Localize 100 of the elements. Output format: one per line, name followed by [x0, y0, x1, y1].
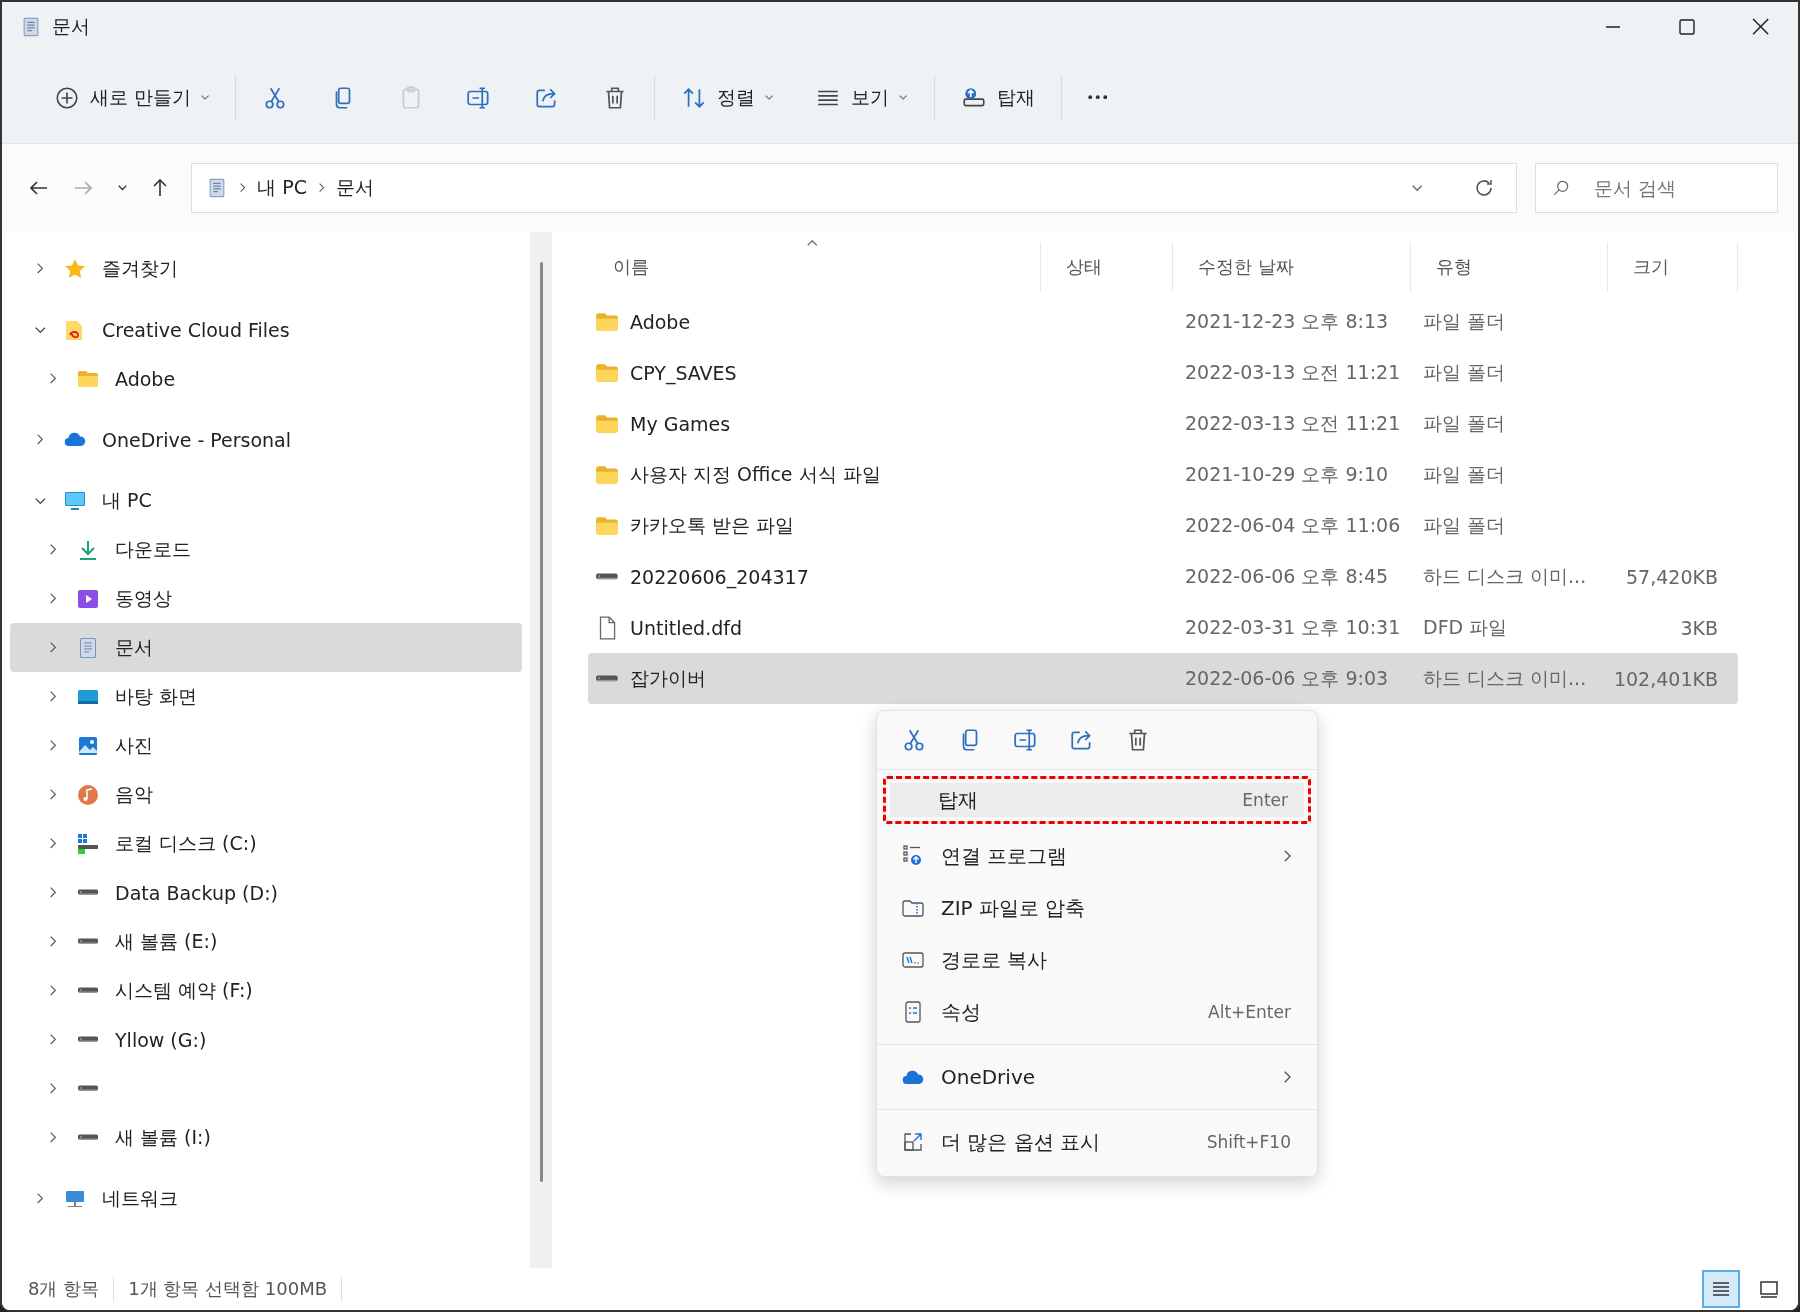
sidebar-item[interactable]: 즐겨찾기	[10, 244, 522, 293]
menu-item[interactable]: 더 많은 옵션 표시 Shift+F10	[883, 1116, 1311, 1168]
shortcut-label: Shift+F10	[1206, 1132, 1291, 1152]
sidebar-item[interactable]: 네트워크	[10, 1174, 522, 1223]
rename-icon	[1013, 727, 1039, 753]
close-icon	[1752, 18, 1770, 36]
file-row[interactable]: 카카오톡 받은 파일 2022-06-04 오후 11:06 파일 폴더	[588, 500, 1738, 551]
sidebar-item[interactable]: 내 PC	[10, 476, 522, 525]
file-name: Untitled.dfd	[630, 616, 742, 639]
file-row[interactable]: 20220606_204317 2022-06-06 오후 8:45 하드 디스크 이미... 57,420KB	[588, 551, 1738, 602]
column-header[interactable]: 상태	[1041, 242, 1173, 292]
breadcrumb[interactable]: 내 PC	[257, 175, 308, 201]
sidebar-item[interactable]: 새 볼륨 (I:)	[10, 1113, 522, 1162]
more-options-icon	[901, 1130, 925, 1154]
file-size: 57,420KB	[1626, 565, 1718, 588]
file-row[interactable]: Adobe 2021-12-23 오후 8:13 파일 폴더	[588, 296, 1738, 347]
menu-item[interactable]: 속성 Alt+Enter	[883, 986, 1311, 1038]
view-button[interactable]: 보기	[809, 76, 914, 119]
minimize-icon	[1605, 26, 1621, 28]
sidebar-item[interactable]: Data Backup (D:)	[10, 868, 522, 917]
file-type: 파일 폴더	[1423, 512, 1506, 538]
modified-date: 2021-12-23 오후 8:13	[1185, 308, 1389, 334]
file-name: CPY_SAVES	[630, 361, 737, 384]
sidebar-item[interactable]: 문서	[10, 623, 522, 672]
file-row[interactable]: Untitled.dfd 2022-03-31 오후 10:31 DFD 파일 3KB	[588, 602, 1738, 653]
file-name: 사용자 지정 Office 서식 파일	[630, 461, 881, 487]
sidebar-item[interactable]: OneDrive - Personal	[10, 415, 522, 464]
shortcut-label: Alt+Enter	[1208, 1002, 1291, 1022]
menu-item[interactable]: 연결 프로그램	[883, 830, 1311, 882]
sidebar-item[interactable]: 로컬 디스크 (C:)	[10, 819, 522, 868]
modified-date: 2022-06-04 오후 11:06	[1185, 512, 1401, 538]
menu-item[interactable]: ZIP 파일로 압축	[883, 882, 1311, 934]
menu-item[interactable]: OneDrive	[883, 1051, 1311, 1103]
modified-date: 2021-10-29 오후 9:10	[1185, 461, 1389, 487]
music-icon	[76, 782, 100, 807]
file-row[interactable]: 잡가이버 2022-06-06 오후 9:03 하드 디스크 이미... 102,401KB	[588, 653, 1738, 704]
sidebar-item[interactable]: Creative Cloud Files	[10, 305, 522, 354]
file-name: 카카오톡 받은 파일	[630, 512, 795, 538]
file-name: 20220606_204317	[630, 565, 809, 588]
file-name: 잡가이버	[630, 665, 706, 691]
sidebar-item[interactable]: 동영상	[10, 574, 522, 623]
sidebar-item[interactable]: Adobe	[10, 354, 522, 403]
file-row[interactable]: 사용자 지정 Office 서식 파일 2021-10-29 오후 9:10 파일 폴더	[588, 449, 1738, 500]
sidebar-item[interactable]: 음악	[10, 770, 522, 819]
file-type: 파일 폴더	[1423, 461, 1506, 487]
network-icon	[66, 1190, 84, 1207]
properties-icon	[905, 1001, 921, 1023]
column-header[interactable]: 유형	[1411, 242, 1608, 292]
mount-button[interactable]: 탑재	[954, 76, 1041, 119]
drive-icon	[78, 889, 98, 896]
drive-icon	[78, 1085, 98, 1092]
column-header[interactable]: 수정한 날짜	[1173, 242, 1411, 292]
back-arrow-icon	[30, 181, 48, 195]
drive-icon	[78, 1036, 98, 1043]
file-type: 하드 디스크 이미...	[1423, 665, 1587, 691]
file-type: 하드 디스크 이미...	[1423, 563, 1587, 589]
monitor-icon	[65, 491, 85, 510]
menu-item[interactable]: 탑재 Enter	[883, 776, 1311, 824]
menu-item[interactable]: 경로로 복사	[883, 934, 1311, 986]
new-button[interactable]: 새로 만들기	[48, 76, 216, 119]
scissors-icon	[901, 727, 927, 753]
sidebar-item[interactable]: 바탕 화면	[10, 672, 522, 721]
window-title: 문서	[52, 14, 91, 39]
modified-date: 2022-03-13 오전 11:21	[1185, 410, 1401, 436]
drive-icon	[78, 938, 98, 945]
details-view-button[interactable]	[1702, 1270, 1740, 1308]
file-size: 3KB	[1680, 616, 1718, 639]
breadcrumb[interactable]: 문서	[336, 175, 375, 201]
scrollbar[interactable]	[530, 232, 552, 1268]
sidebar-item[interactable]: 새 볼륨 (E:)	[10, 917, 522, 966]
file-row[interactable]: My Games 2022-03-13 오전 11:21 파일 폴더	[588, 398, 1738, 449]
chevron-icon	[319, 183, 325, 193]
file-size: 102,401KB	[1613, 667, 1718, 690]
tiles-view-icon	[1760, 1280, 1778, 1298]
caret-icon	[118, 185, 127, 191]
drive-icon	[596, 573, 618, 580]
details-view-icon	[1713, 1282, 1729, 1296]
column-header[interactable]: 크기	[1608, 242, 1738, 292]
drive-icon	[78, 987, 98, 994]
modified-date: 2022-06-06 오후 9:03	[1185, 665, 1389, 691]
file-row[interactable]: CPY_SAVES 2022-03-13 오전 11:21 파일 폴더	[588, 347, 1738, 398]
sort-button[interactable]: 정렬	[675, 76, 780, 119]
drive-icon	[78, 1134, 98, 1141]
sidebar-item[interactable]: Yllow (G:)	[10, 1015, 522, 1064]
search-field[interactable]: 문서 검색	[1535, 163, 1778, 213]
cloud-icon	[902, 1069, 924, 1085]
shortcut-label: Enter	[1242, 790, 1288, 810]
address-bar[interactable]: 내 PC 문서	[191, 163, 1517, 213]
sidebar-item[interactable]: 사진	[10, 721, 522, 770]
drive-icon	[76, 831, 100, 856]
column-header[interactable]: 이름	[588, 242, 1041, 292]
file-name: My Games	[630, 412, 731, 435]
file-type: 파일 폴더	[1423, 410, 1506, 436]
sidebar-item[interactable]: 다운로드	[10, 525, 522, 574]
sidebar-item[interactable]: 시스템 예약 (F:)	[10, 966, 522, 1015]
file-type: 파일 폴더	[1423, 359, 1506, 385]
cloud-icon	[64, 432, 86, 447]
maximize-icon	[1679, 19, 1695, 35]
forward-arrow-icon	[74, 181, 92, 195]
chevron-icon	[240, 183, 246, 193]
